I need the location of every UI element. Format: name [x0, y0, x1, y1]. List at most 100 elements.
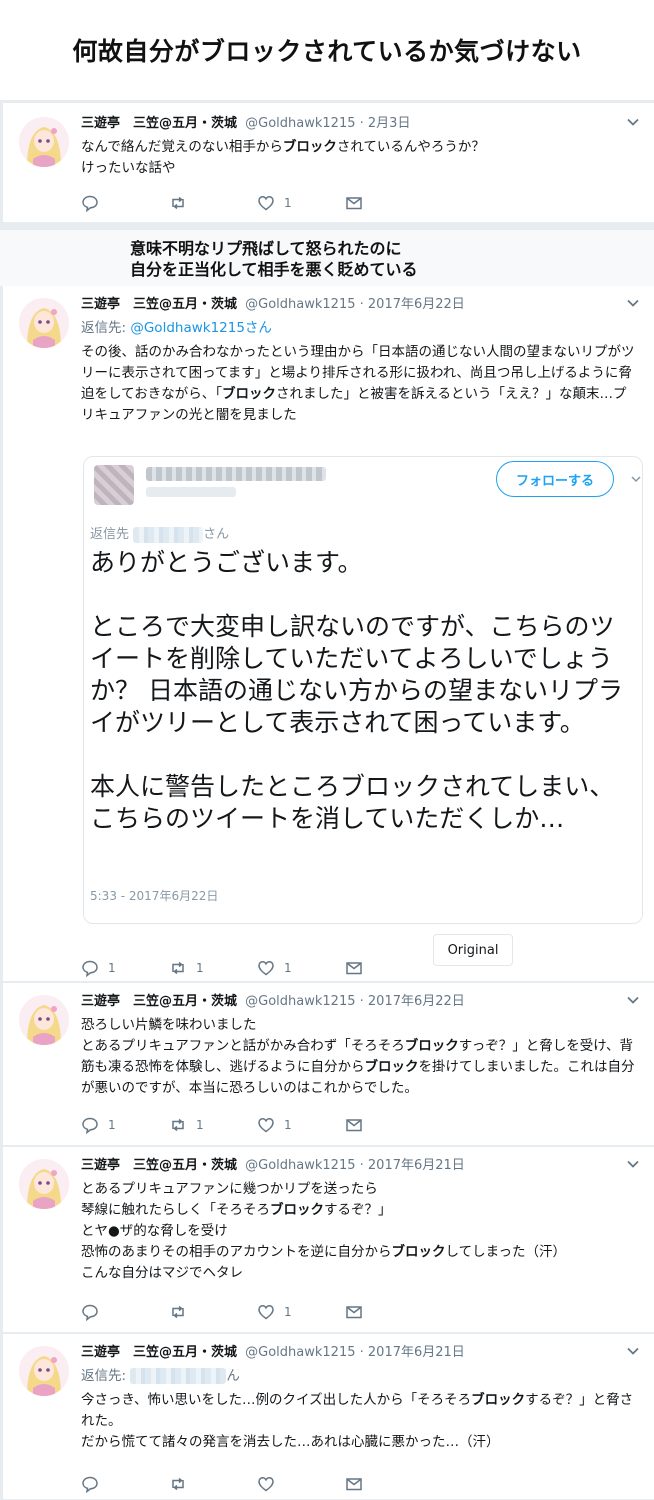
retweet-button[interactable]: [169, 1475, 257, 1493]
chevron-down-icon[interactable]: [626, 993, 640, 1007]
blurred-name: [146, 467, 326, 481]
reply-to-link[interactable]: @Goldhawk1215さん: [130, 320, 272, 336]
tweet-date[interactable]: 2017年6月21日: [368, 1345, 465, 1360]
chevron-down-icon[interactable]: [626, 1157, 640, 1171]
reply-icon: [82, 1476, 98, 1493]
reply-button[interactable]: 1: [81, 1116, 169, 1134]
reply-icon: [82, 960, 98, 977]
tweet-text: とあるプリキュアファンに幾つかリプを送ったら 琴線に触れたらしく「そろそろブロッ…: [81, 1181, 567, 1281]
author-handle[interactable]: @Goldhawk1215: [245, 994, 355, 1009]
tweet-header: 三遊亭 三笠@五月・茨城 @Goldhawk1215 · 2月3日: [81, 116, 411, 131]
envelope-icon: [346, 197, 362, 210]
tweet-5[interactable]: 三遊亭 三笠@五月・茨城 @Goldhawk1215 · 2017年6月21日 …: [3, 1334, 654, 1500]
author-handle[interactable]: @Goldhawk1215: [245, 116, 355, 131]
quoted-tweet-screenshot[interactable]: フォローする 返信先 さん ありがとうございます。 ところで大変申し訳ないのです…: [83, 456, 643, 924]
envelope-icon: [346, 1478, 362, 1491]
author-handle[interactable]: @Goldhawk1215: [245, 1345, 355, 1360]
like-button[interactable]: 1: [257, 1116, 345, 1134]
blurred-username[interactable]: [130, 1368, 227, 1384]
retweet-icon: [172, 961, 184, 975]
reply-button[interactable]: [81, 1475, 169, 1493]
tweet-text: なんで絡んだ覚えのない相手からブロックされているんやろうか？ けったいな話や: [81, 139, 485, 176]
author-name[interactable]: 三遊亭 三笠@五月・茨城: [81, 994, 237, 1009]
tweet-2[interactable]: 三遊亭 三笠@五月・茨城 @Goldhawk1215 · 2017年6月22日 …: [3, 286, 654, 982]
tweet-3[interactable]: 三遊亭 三笠@五月・茨城 @Goldhawk1215 · 2017年6月22日 …: [3, 983, 654, 1146]
message-button[interactable]: [345, 1303, 433, 1321]
tweet-4[interactable]: 三遊亭 三笠@五月・茨城 @Goldhawk1215 · 2017年6月21日 …: [3, 1147, 654, 1333]
reply-button[interactable]: [81, 1303, 169, 1321]
avatar[interactable]: [19, 1159, 69, 1209]
blurred-handle: [146, 487, 236, 497]
envelope-icon: [346, 1119, 362, 1132]
retweet-button[interactable]: [169, 194, 257, 212]
retweet-count: 1: [196, 961, 204, 975]
avatar[interactable]: [19, 298, 69, 348]
retweet-button[interactable]: 1: [169, 1116, 257, 1134]
tweet-date[interactable]: 2017年6月22日: [368, 994, 465, 1009]
retweet-button[interactable]: 1: [169, 959, 257, 977]
tweet-date[interactable]: 2017年6月22日: [368, 297, 465, 312]
author-handle[interactable]: @Goldhawk1215: [245, 1158, 355, 1173]
reply-to: 返信先: @Goldhawk1215さん: [81, 320, 272, 336]
avatar[interactable]: [19, 1346, 69, 1396]
reply-icon: [82, 1117, 98, 1134]
chevron-down-icon[interactable]: [630, 473, 642, 485]
like-button[interactable]: 1: [257, 959, 345, 977]
tweet-header: 三遊亭 三笠@五月・茨城 @Goldhawk1215 · 2017年6月21日: [81, 1345, 465, 1360]
tweet-actions: 1 1 1: [81, 958, 433, 978]
avatar-illustration: [19, 117, 69, 167]
author-name[interactable]: 三遊亭 三笠@五月・茨城: [81, 1345, 237, 1360]
like-button[interactable]: [257, 1475, 345, 1493]
avatar[interactable]: [19, 117, 69, 167]
heart-icon: [258, 1477, 274, 1492]
avatar-illustration: [19, 298, 69, 348]
author-name[interactable]: 三遊亭 三笠@五月・茨城: [81, 116, 237, 131]
like-button[interactable]: 1: [257, 194, 345, 212]
envelope-icon: [346, 1306, 362, 1319]
retweet-button[interactable]: [169, 1303, 257, 1321]
follow-button[interactable]: フォローする: [496, 461, 614, 497]
tweet-actions: 1: [81, 1302, 433, 1322]
message-button[interactable]: [345, 959, 433, 977]
heart-icon: [258, 961, 274, 976]
like-button[interactable]: 1: [257, 1303, 345, 1321]
tweet-date[interactable]: 2017年6月21日: [368, 1158, 465, 1173]
envelope-icon: [346, 962, 362, 975]
message-button[interactable]: [345, 1116, 433, 1134]
avatar[interactable]: [19, 995, 69, 1045]
like-count: 1: [284, 1118, 292, 1132]
heart-icon: [258, 1305, 274, 1320]
tweet-date[interactable]: 2月3日: [368, 116, 411, 131]
tweet-header: 三遊亭 三笠@五月・茨城 @Goldhawk1215 · 2017年6月22日: [81, 994, 465, 1009]
tweet-1[interactable]: 三遊亭 三笠@五月・茨城 @Goldhawk1215 · 2月3日 なんで絡んだ…: [3, 103, 654, 223]
author-name[interactable]: 三遊亭 三笠@五月・茨城: [81, 297, 237, 312]
chevron-down-icon[interactable]: [626, 1344, 640, 1358]
message-button[interactable]: [345, 194, 433, 212]
original-button[interactable]: Original: [433, 934, 513, 966]
message-button[interactable]: [345, 1475, 433, 1493]
author-handle[interactable]: @Goldhawk1215: [245, 297, 355, 312]
retweet-icon: [172, 196, 184, 210]
tweet-header: 三遊亭 三笠@五月・茨城 @Goldhawk1215 · 2017年6月22日: [81, 297, 465, 312]
tweet-text: 恐ろしい片鱗を味わいました とあるプリキュアファンと話がかみ合わず「そろそろブロ…: [81, 1017, 635, 1096]
retweet-icon: [172, 1305, 184, 1319]
tweet-text: 今さっき、怖い思いをした…例のクイズ出した人から「そろそろブロックするぞ？」と脅…: [81, 1392, 634, 1450]
reply-to: 返信先: ん: [81, 1368, 240, 1384]
blurred-avatar: [94, 465, 134, 505]
tweet-actions: 1 1 1: [81, 1115, 433, 1135]
reply-button[interactable]: 1: [81, 959, 169, 977]
chevron-down-icon[interactable]: [626, 115, 640, 129]
reply-button[interactable]: [81, 194, 169, 212]
chevron-down-icon[interactable]: [626, 296, 640, 310]
embed-timestamp: 5:33 - 2017年6月22日: [90, 889, 219, 903]
embed-reply-to: 返信先 さん: [90, 526, 230, 543]
tweet-header: 三遊亭 三笠@五月・茨城 @Goldhawk1215 · 2017年6月21日: [81, 1158, 465, 1173]
tweet-actions: [81, 1474, 433, 1494]
retweet-count: 1: [196, 1118, 204, 1132]
retweet-icon: [172, 1118, 184, 1132]
title-banner: 何故自分がブロックされているか気づけない: [0, 0, 654, 100]
avatar-illustration: [19, 1346, 69, 1396]
author-name[interactable]: 三遊亭 三笠@五月・茨城: [81, 1158, 237, 1173]
reply-icon: [82, 1304, 98, 1321]
page-title: 何故自分がブロックされているか気づけない: [72, 37, 582, 66]
